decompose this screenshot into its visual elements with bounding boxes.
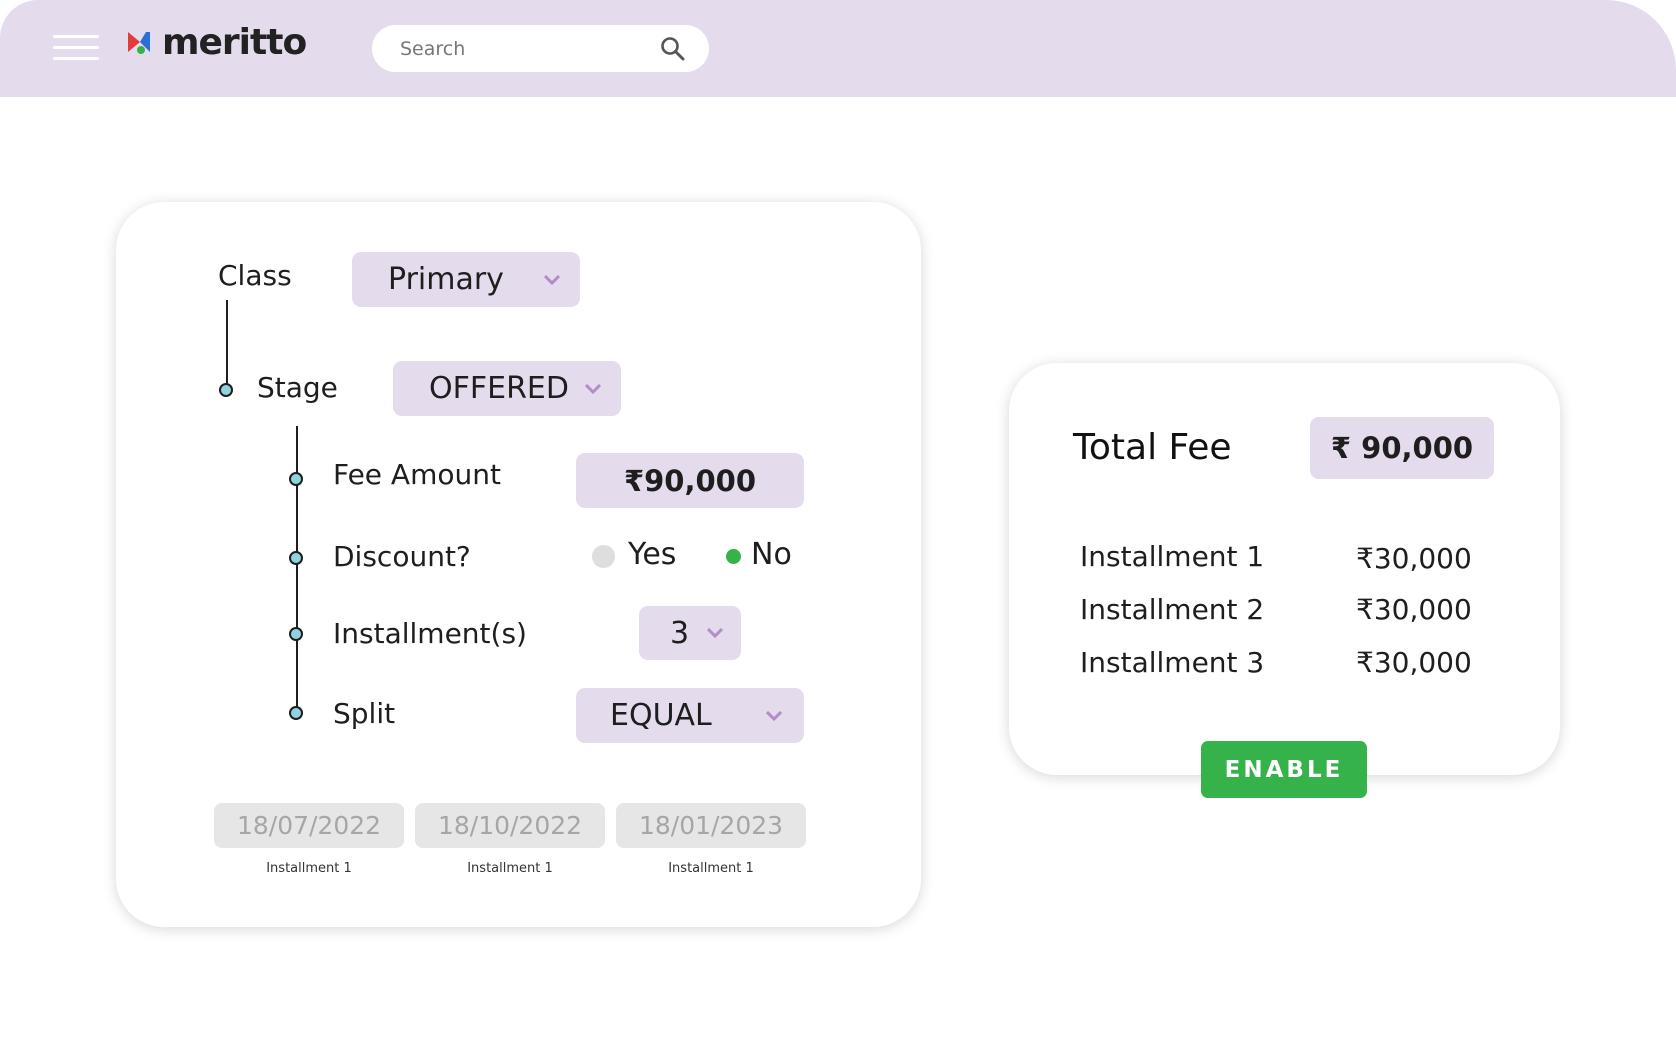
installment-date-caption: Installment 1: [467, 861, 553, 876]
summary-installment-amount: ₹30,000: [1356, 542, 1472, 575]
installment-date-field[interactable]: 18/10/2022: [415, 803, 605, 848]
tree-node: [289, 551, 303, 565]
split-value: EQUAL: [610, 698, 712, 733]
tree-node: [289, 472, 303, 486]
class-dropdown[interactable]: Primary: [352, 252, 580, 307]
installments-value: 3: [670, 615, 690, 651]
summary-installment-amount: ₹30,000: [1356, 646, 1472, 679]
split-label: Split: [333, 697, 396, 730]
chevron-down-icon: [707, 628, 723, 638]
discount-no-radio[interactable]: [722, 545, 745, 568]
enable-button[interactable]: ENABLE: [1201, 741, 1367, 798]
chevron-down-icon: [766, 710, 782, 721]
tree-node: [289, 627, 303, 641]
tree-node: [219, 383, 233, 397]
class-value: Primary: [388, 262, 504, 297]
class-label: Class: [218, 259, 292, 292]
fee-amount-label: Fee Amount: [333, 458, 501, 491]
top-bar: meritto: [0, 0, 1676, 97]
summary-installment-label: Installment 1: [1080, 540, 1265, 573]
discount-no-label[interactable]: No: [751, 537, 792, 572]
search-icon[interactable]: [660, 36, 686, 62]
brand-logo[interactable]: meritto: [126, 20, 307, 64]
total-fee-value: ₹ 90,000: [1310, 417, 1494, 479]
brand-name: meritto: [162, 21, 307, 63]
stage-value: OFFERED: [429, 371, 569, 406]
installment-date-caption: Installment 1: [266, 861, 352, 876]
installments-label: Installment(s): [333, 617, 527, 650]
summary-installment-label: Installment 3: [1080, 646, 1265, 679]
tree-node: [289, 706, 303, 720]
search-input[interactable]: [372, 25, 709, 72]
chevron-down-icon: [585, 383, 601, 394]
fee-amount-value: ₹90,000: [623, 463, 757, 498]
tree-connector: [226, 300, 228, 390]
installment-date-field[interactable]: 18/07/2022: [214, 803, 404, 848]
discount-label: Discount?: [333, 540, 471, 573]
tree-connector: [296, 426, 298, 715]
chevron-down-icon: [544, 274, 560, 285]
summary-installment-amount: ₹30,000: [1356, 593, 1472, 626]
fee-amount-field[interactable]: ₹90,000: [576, 453, 804, 508]
stage-label: Stage: [257, 371, 338, 404]
summary-installment-label: Installment 2: [1080, 593, 1265, 626]
installment-date-caption: Installment 1: [668, 861, 754, 876]
discount-yes-radio[interactable]: [592, 545, 615, 568]
installment-date-field[interactable]: 18/01/2023: [616, 803, 806, 848]
meritto-logo-icon: [128, 32, 150, 54]
total-fee-label: Total Fee: [1073, 427, 1232, 468]
menu-icon[interactable]: [53, 35, 99, 61]
discount-yes-label[interactable]: Yes: [628, 537, 676, 572]
stage-dropdown[interactable]: OFFERED: [393, 361, 621, 416]
installments-dropdown[interactable]: 3: [639, 606, 741, 660]
split-dropdown[interactable]: EQUAL: [576, 688, 804, 743]
